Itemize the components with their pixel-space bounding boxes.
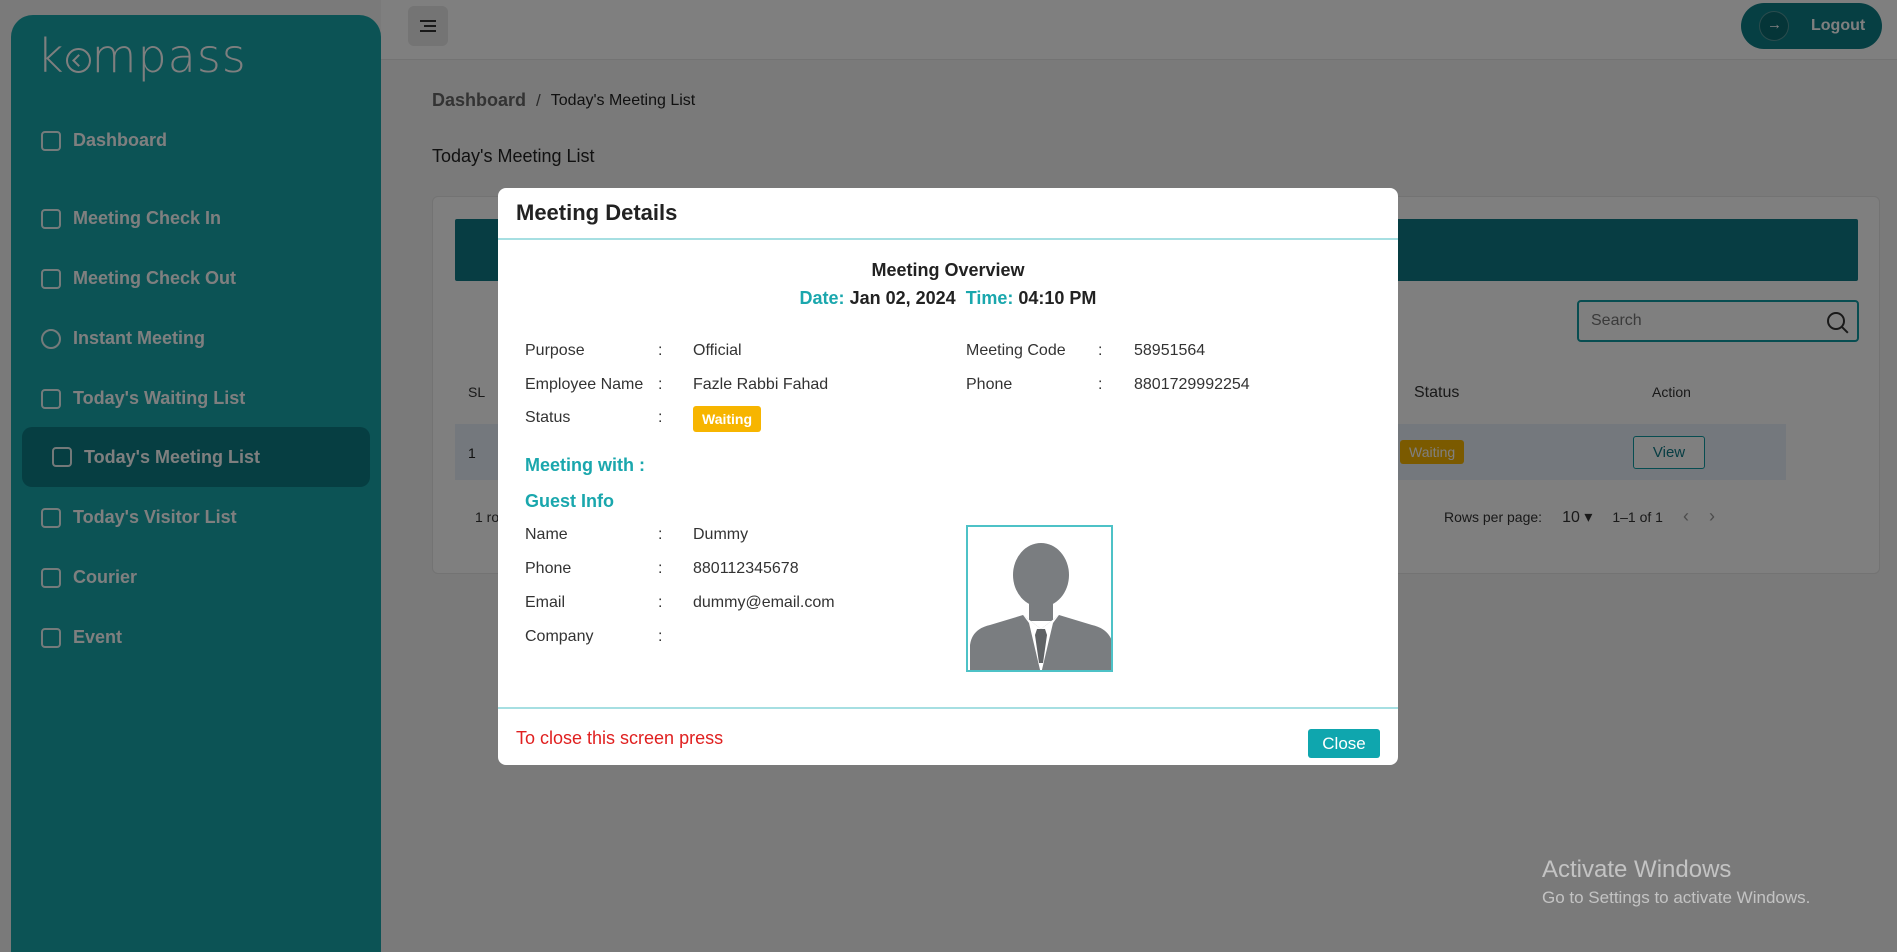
phone-value: 8801729992254: [1134, 376, 1250, 393]
person-silhouette-icon: [968, 527, 1111, 670]
colon: :: [658, 526, 663, 543]
overview-title: Meeting Overview: [871, 260, 1025, 280]
colon: :: [658, 594, 663, 611]
time-value: 04:10 PM: [1018, 288, 1097, 308]
guest-company-label: Company: [525, 628, 594, 645]
guest-name-label: Name: [525, 526, 568, 543]
employee-name-value: Fazle Rabbi Fahad: [693, 376, 829, 393]
guest-avatar-placeholder: [966, 525, 1113, 672]
purpose-value: Official: [693, 342, 742, 359]
close-button[interactable]: Close: [1308, 729, 1380, 758]
meeting-details-modal: Meeting Details Meeting Overview Date: J…: [498, 188, 1398, 765]
guest-phone-label: Phone: [525, 560, 572, 577]
meeting-with-heading: Meeting with :: [525, 455, 645, 475]
purpose-label: Purpose: [525, 342, 585, 359]
date-label: Date:: [799, 288, 845, 308]
colon: :: [1098, 342, 1103, 359]
date-value: Jan 02, 2024: [849, 288, 956, 308]
guest-email-label: Email: [525, 594, 566, 611]
status-label: Status: [525, 409, 571, 426]
modal-title: Meeting Details: [516, 200, 678, 225]
windows-activation-watermark: Activate Windows Go to Settings to activ…: [1542, 856, 1810, 908]
meeting-code-value: 58951564: [1134, 342, 1206, 359]
time-label: Time:: [965, 288, 1014, 308]
colon: :: [658, 409, 663, 426]
date-time-line: Date: Jan 02, 2024 Time: 04:10 PM: [498, 288, 1398, 309]
colon: :: [658, 628, 663, 645]
watermark-title: Activate Windows: [1542, 856, 1732, 883]
phone-label: Phone: [966, 376, 1013, 393]
colon: :: [658, 560, 663, 577]
colon: :: [658, 342, 663, 359]
modal-footer-divider: [498, 707, 1398, 709]
guest-phone-value: 880112345678: [693, 560, 799, 577]
meeting-code-label: Meeting Code: [966, 342, 1066, 359]
guest-name-value: Dummy: [693, 526, 749, 543]
guest-email-value: dummy@email.com: [693, 594, 835, 611]
close-hint-text: To close this screen press: [516, 728, 724, 748]
watermark-subtitle: Go to Settings to activate Windows.: [1542, 888, 1811, 907]
employee-name-label: Employee Name: [525, 376, 644, 393]
modal-header-divider: [498, 238, 1398, 240]
colon: :: [1098, 376, 1103, 393]
colon: :: [658, 376, 663, 393]
guest-info-heading: Guest Info: [525, 491, 614, 511]
status-badge: Waiting: [693, 406, 762, 432]
